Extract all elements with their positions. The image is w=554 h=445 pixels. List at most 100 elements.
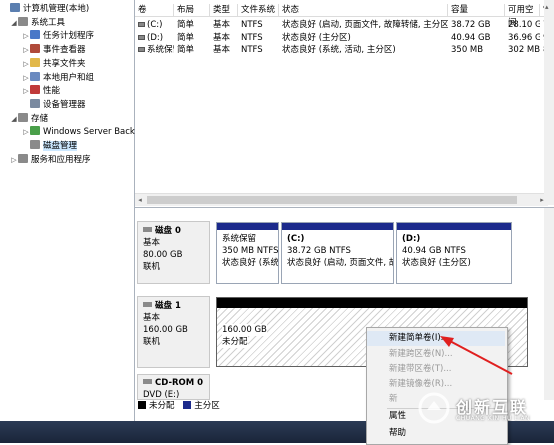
table-cell: 基本 xyxy=(213,32,231,43)
clock-icon xyxy=(30,30,40,40)
column-header[interactable]: 状态 xyxy=(279,4,448,17)
tree-item[interactable]: ▷ 本地用户和组 xyxy=(22,71,95,85)
partition-size: 40.94 GB NTFS xyxy=(402,246,466,256)
table-cell: 简单 xyxy=(177,45,195,55)
partition-status: 状态良好 (系统 xyxy=(222,258,279,268)
column-header[interactable]: 文件系统 xyxy=(238,4,279,17)
table-cell: 302 MB xyxy=(508,45,540,55)
tree-item[interactable]: ◢ 系统工具 xyxy=(10,16,66,30)
storage-icon xyxy=(18,112,28,122)
partition-status: 状态良好 (主分区) xyxy=(402,258,471,268)
expanded-icon[interactable]: ◢ xyxy=(10,17,18,30)
partition-c[interactable]: (C:) 38.72 GB NTFS 状态良好 (启动, 页面文件, 故 xyxy=(281,222,394,284)
column-header[interactable]: 可用空间 xyxy=(505,4,540,28)
tree-item-label: 共享文件夹 xyxy=(43,58,86,69)
disk-1-name: 磁盘 1 xyxy=(143,300,209,312)
scroll-left-icon[interactable]: ◂ xyxy=(136,196,144,204)
disk-1-type: 基本 xyxy=(143,313,161,323)
collapsed-icon[interactable]: ▷ xyxy=(22,58,30,71)
table-cell: 40.94 GB xyxy=(451,32,491,43)
primary-swatch xyxy=(183,401,192,409)
tree-item[interactable]: 计算机管理(本地) xyxy=(2,3,89,16)
tree-item-label: 任务计划程序 xyxy=(43,31,95,42)
tree-item[interactable]: 磁盘管理 xyxy=(22,140,78,153)
disk-1-label[interactable]: 磁盘 1 基本 160.00 GB 联机 xyxy=(137,296,210,368)
graphical-view-vertical-scrollbar[interactable] xyxy=(544,208,554,400)
primary-partition-bar xyxy=(282,223,393,230)
tree-item-label: Windows Server Back xyxy=(43,127,135,138)
disk-icon xyxy=(143,302,152,307)
tree-item[interactable]: ▷ Windows Server Back xyxy=(22,126,135,139)
device-icon xyxy=(30,98,40,108)
tools-icon xyxy=(18,16,28,26)
computer-icon xyxy=(10,3,20,12)
disk-0-name: 磁盘 0 xyxy=(143,225,209,237)
folder-icon xyxy=(30,57,40,67)
expanded-icon[interactable]: ◢ xyxy=(10,113,18,126)
collapsed-icon[interactable]: ▷ xyxy=(22,72,30,85)
disk-1-status: 联机 xyxy=(143,337,161,347)
tree-item-label: 设备管理器 xyxy=(43,99,86,110)
tree-item[interactable]: ▷ 事件查看器 xyxy=(22,44,86,57)
tree-item[interactable]: ▷ 共享文件夹 xyxy=(22,57,86,71)
volume-list-horizontal-scrollbar[interactable]: ◂ ▸ xyxy=(135,193,548,206)
unallocated-swatch xyxy=(138,401,146,409)
table-cell: 36.96 GB xyxy=(508,32,540,43)
tree-item-label: 本地用户和组 xyxy=(43,72,95,83)
disk-1-size: 160.00 GB xyxy=(143,325,188,335)
volume-list: 卷布局类型文件系统状态容量可用空间% (C:)简单基本NTFS状态良好 (启动,… xyxy=(135,0,554,206)
tree-item[interactable]: ◢ 存储 xyxy=(10,112,48,126)
horizontal-scroll-thumb[interactable] xyxy=(147,196,517,204)
collapsed-icon[interactable]: ▷ xyxy=(22,126,30,139)
partition-size: 350 MB NTFS xyxy=(222,246,279,256)
services-icon xyxy=(18,153,28,163)
table-cell: 基本 xyxy=(213,20,231,30)
collapsed-icon[interactable]: ▷ xyxy=(22,85,30,98)
users-icon xyxy=(30,71,40,81)
scroll-up-icon[interactable]: ▴ xyxy=(545,3,549,11)
table-cell: 简单 xyxy=(177,20,195,30)
table-cell: (D:) xyxy=(147,32,164,43)
partition-d[interactable]: (D:) 40.94 GB NTFS 状态良好 (主分区) xyxy=(396,222,512,284)
column-header[interactable]: 布局 xyxy=(174,4,210,17)
tree-item-label: 性能 xyxy=(43,86,61,97)
collapsed-icon[interactable]: ▷ xyxy=(22,30,30,43)
disk-0-status: 联机 xyxy=(143,262,161,272)
disk-0-size: 80.00 GB xyxy=(143,250,183,260)
tree-item-label: 服务和应用程序 xyxy=(31,154,91,165)
cdrom-0-label[interactable]: CD-ROM 0 DVD (E:) xyxy=(137,374,210,400)
annotation-arrow-icon xyxy=(440,336,513,375)
tree-item[interactable]: ▷ 性能 xyxy=(22,85,60,98)
event-icon xyxy=(30,44,40,54)
tree-item[interactable]: 设备管理器 xyxy=(22,98,86,112)
table-cell: 38.72 GB xyxy=(451,20,491,30)
volume-list-vertical-scrollbar[interactable]: ▴ xyxy=(544,0,554,205)
table-cell: (C:) xyxy=(147,20,163,30)
disk-0-label[interactable]: 磁盘 0 基本 80.00 GB 联机 xyxy=(137,221,210,284)
partition-status: 状态良好 (启动, 页面文件, 故 xyxy=(287,258,394,268)
primary-partition-bar xyxy=(217,223,278,230)
column-header[interactable]: 容量 xyxy=(448,4,505,17)
volume-icon xyxy=(138,47,145,52)
column-header[interactable]: 卷 xyxy=(135,4,174,17)
collapsed-icon[interactable]: ▷ xyxy=(22,44,30,57)
tree-item[interactable]: ▷ 任务计划程序 xyxy=(22,30,94,43)
table-cell: 状态良好 (启动, 页面文件, 故障转储, 主分区) xyxy=(282,20,448,30)
collapsed-icon[interactable]: ▷ xyxy=(10,154,18,167)
column-header[interactable]: 类型 xyxy=(210,4,238,17)
partition-size: 160.00 GB xyxy=(222,324,267,336)
disk-0-type: 基本 xyxy=(143,238,161,248)
legend-item-unallocated: 未分配 xyxy=(138,401,175,411)
partition-title: (D:) xyxy=(402,234,421,244)
table-cell: NTFS xyxy=(241,20,263,30)
cdrom-name: CD-ROM 0 xyxy=(143,377,209,389)
tree-item[interactable]: ▷ 服务和应用程序 xyxy=(10,153,91,167)
tree-item-label: 系统工具 xyxy=(31,17,66,28)
navigation-tree: 计算机管理(本地) ◢ 系统工具 ▷ 任务计划程序 ▷ 事件查看器 ▷ 共享文件夹 ▷ 本地用户和组… xyxy=(0,0,135,421)
disk-icon xyxy=(143,227,152,232)
partition-title: (C:) xyxy=(287,234,305,244)
partition-system-reserved[interactable]: 系统保留 350 MB NTFS 状态良好 (系统 xyxy=(216,222,279,284)
tree-item-label: 事件查看器 xyxy=(43,45,86,56)
performance-icon xyxy=(30,85,40,95)
tree-item-label: 磁盘管理 xyxy=(43,141,78,151)
